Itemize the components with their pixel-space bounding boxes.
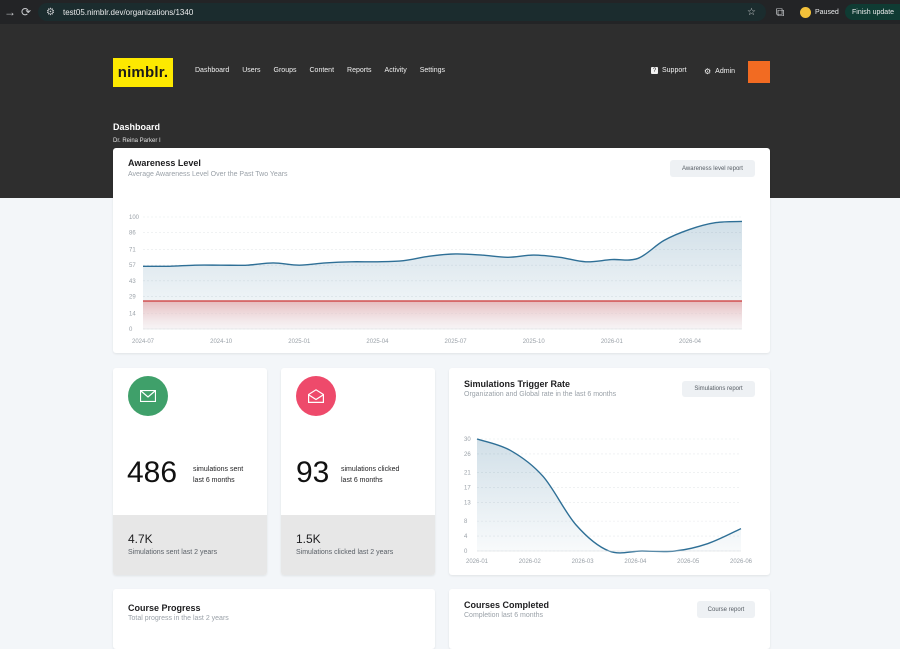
courses-completed-card: Courses Completed Completion last 6 mont… bbox=[449, 589, 770, 649]
sent-label: simulations sent last 6 months bbox=[193, 464, 243, 486]
awareness-chart: 0 14 29 43 57 71 86 100 2024-07 2024-10 2025-01 202… bbox=[113, 148, 770, 353]
x-tick-label: 2026-05 bbox=[677, 559, 700, 565]
y-tick-label: 30 bbox=[464, 437, 471, 443]
site-settings-icon[interactable]: ⚙ bbox=[46, 7, 55, 18]
page-subtitle: Dr. Reina Parker I bbox=[113, 138, 161, 144]
user-avatar[interactable] bbox=[748, 61, 770, 83]
main-nav: Dashboard Users Groups Content Reports A… bbox=[195, 67, 458, 74]
help-icon: ? bbox=[651, 67, 658, 74]
page-title: Dashboard bbox=[113, 122, 160, 132]
trigger-rate-card: Simulations Trigger Rate Organization an… bbox=[449, 368, 770, 575]
clicked-total-label: Simulations clicked last 2 years bbox=[296, 549, 393, 556]
clicked-label: simulations clicked last 6 months bbox=[341, 464, 399, 486]
course-progress-title: Course Progress bbox=[128, 603, 201, 613]
paused-label: Paused bbox=[815, 9, 839, 16]
x-tick-label: 2025-01 bbox=[288, 339, 311, 345]
nav-content[interactable]: Content bbox=[310, 67, 335, 74]
courses-completed-subtitle: Completion last 6 months bbox=[464, 612, 543, 619]
browser-toolbar: → ⟳ ⚙ test05.nimblr.dev/organizations/13… bbox=[0, 0, 900, 24]
nav-dashboard[interactable]: Dashboard bbox=[195, 67, 229, 74]
nav-settings[interactable]: Settings bbox=[420, 67, 445, 74]
bookmark-star-icon[interactable]: ☆ bbox=[747, 7, 756, 18]
clicked-label-line2: last 6 months bbox=[341, 475, 399, 486]
finish-update-label: Finish update bbox=[852, 9, 894, 16]
gear-icon: ⚙ bbox=[704, 67, 711, 76]
x-tick-label: 2026-03 bbox=[572, 559, 595, 565]
open-mail-icon bbox=[296, 376, 336, 416]
series-area bbox=[143, 221, 742, 329]
address-bar[interactable]: ⚙ test05.nimblr.dev/organizations/1340 ☆ bbox=[38, 3, 766, 21]
x-tick-label: 2026-01 bbox=[601, 339, 624, 345]
url-text: test05.nimblr.dev/organizations/1340 bbox=[63, 8, 193, 17]
sent-count: 486 bbox=[127, 456, 177, 490]
y-tick-label: 26 bbox=[464, 452, 471, 458]
x-tick-label: 2026-04 bbox=[624, 559, 647, 565]
clicked-count: 93 bbox=[296, 456, 329, 490]
sent-mail-icon bbox=[128, 376, 168, 416]
y-tick-label: 4 bbox=[464, 534, 468, 540]
x-tick-label: 2024-07 bbox=[132, 339, 155, 345]
courses-completed-title: Courses Completed bbox=[464, 600, 549, 610]
nav-users[interactable]: Users bbox=[242, 67, 260, 74]
simulations-sent-card: 486 simulations sent last 6 months 4.7K … bbox=[113, 368, 267, 575]
nav-activity[interactable]: Activity bbox=[385, 67, 407, 74]
x-tick-label: 2026-04 bbox=[679, 339, 702, 345]
y-tick-label: 57 bbox=[129, 263, 136, 269]
forward-icon[interactable]: → bbox=[4, 0, 16, 24]
x-tick-label: 2026-02 bbox=[519, 559, 542, 565]
sent-total-label: Simulations sent last 2 years bbox=[128, 549, 217, 556]
x-tick-label: 2024-10 bbox=[210, 339, 233, 345]
support-link[interactable]: ? Support bbox=[651, 67, 687, 74]
clicked-total: 1.5K bbox=[296, 532, 321, 546]
simulations-clicked-card: 93 simulations clicked last 6 months 1.5… bbox=[281, 368, 435, 575]
y-tick-label: 8 bbox=[464, 519, 468, 525]
y-tick-label: 100 bbox=[129, 215, 140, 221]
admin-menu[interactable]: ⚙ Admin bbox=[704, 67, 735, 76]
nav-reports[interactable]: Reports bbox=[347, 67, 372, 74]
reload-icon[interactable]: ⟳ bbox=[20, 0, 32, 24]
sent-total: 4.7K bbox=[128, 532, 153, 546]
course-progress-card: Course Progress Total progress in the la… bbox=[113, 589, 435, 649]
course-report-button[interactable]: Course report bbox=[697, 601, 755, 618]
finish-update-button[interactable]: Finish update bbox=[845, 4, 900, 20]
y-tick-label: 14 bbox=[129, 311, 136, 317]
nav-groups[interactable]: Groups bbox=[274, 67, 297, 74]
sent-footer: 4.7K Simulations sent last 2 years bbox=[113, 515, 267, 575]
y-tick-label: 71 bbox=[129, 247, 136, 253]
course-progress-subtitle: Total progress in the last 2 years bbox=[128, 615, 229, 622]
y-tick-label: 43 bbox=[129, 279, 136, 285]
y-tick-label: 0 bbox=[129, 327, 133, 333]
nimblr-logo[interactable]: nimblr. bbox=[113, 58, 173, 87]
awareness-card: Awareness Level Average Awareness Level … bbox=[113, 148, 770, 353]
y-tick-label: 86 bbox=[129, 231, 136, 237]
clicked-label-line1: simulations clicked bbox=[341, 464, 399, 475]
profile-paused-chip[interactable]: Paused bbox=[800, 5, 839, 19]
clicked-footer: 1.5K Simulations clicked last 2 years bbox=[281, 515, 435, 575]
y-tick-label: 29 bbox=[129, 295, 136, 301]
x-tick-label: 2025-04 bbox=[366, 339, 389, 345]
trigger-rate-chart: 0 4 8 13 17 21 26 30 2026-01 2026-02 2026-03 2026-0… bbox=[449, 368, 770, 575]
admin-label: Admin bbox=[715, 68, 735, 75]
y-tick-label: 13 bbox=[464, 500, 471, 506]
sent-label-line2: last 6 months bbox=[193, 475, 243, 486]
support-label: Support bbox=[662, 67, 687, 74]
y-tick-label: 17 bbox=[464, 486, 471, 492]
sent-label-line1: simulations sent bbox=[193, 464, 243, 475]
x-tick-label: 2025-10 bbox=[523, 339, 546, 345]
x-tick-label: 2025-07 bbox=[445, 339, 468, 345]
x-tick-label: 2026-01 bbox=[466, 559, 489, 565]
x-tick-label: 2026-06 bbox=[730, 559, 753, 565]
y-tick-label: 0 bbox=[464, 549, 468, 555]
profile-avatar bbox=[800, 7, 811, 18]
extensions-icon[interactable]: ⧉ bbox=[773, 0, 787, 24]
y-tick-label: 21 bbox=[464, 471, 471, 477]
